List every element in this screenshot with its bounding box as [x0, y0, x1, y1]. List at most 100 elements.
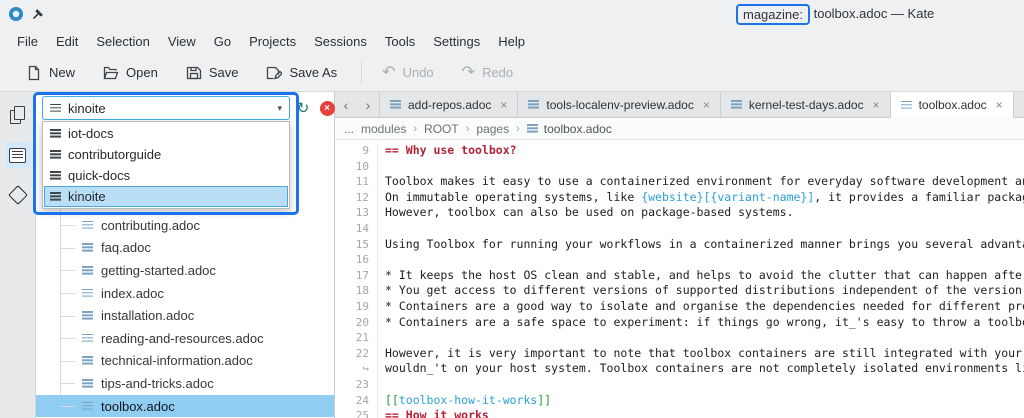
- tree-item-selected[interactable]: toolbox.adoc: [36, 394, 334, 418]
- titlebar: magazine: toolbox.adoc — Kate: [0, 0, 1024, 29]
- tree-item[interactable]: getting-started.adoc: [36, 259, 334, 282]
- editor-line[interactable]: 23: [335, 376, 1024, 393]
- kate-app-icon: [8, 6, 24, 22]
- menu-view[interactable]: View: [159, 31, 205, 52]
- open-button[interactable]: Open: [95, 61, 166, 85]
- document-icon: [82, 356, 93, 365]
- project-option-iot-docs[interactable]: iot-docs: [44, 123, 288, 144]
- project-selector-popup: iot-docs contributorguide quick-docs kin…: [42, 121, 290, 209]
- tab-kernel-test-days[interactable]: kernel-test-days.adoc ×: [721, 92, 891, 117]
- editor-line[interactable]: 11 Toolbox makes it easy to use a contain…: [335, 174, 1024, 190]
- document-icon: [82, 311, 93, 320]
- tree-item[interactable]: index.adoc: [36, 282, 334, 305]
- editor-line[interactable]: 19 * Containers are a good way to isolate…: [335, 298, 1024, 315]
- tree-item[interactable]: tips-and-tricks.adoc: [36, 372, 334, 395]
- git-sidebar-button[interactable]: [5, 182, 31, 208]
- tabs-scroll-back-button[interactable]: ‹: [335, 92, 357, 117]
- project-option-contributorguide[interactable]: contributorguide: [44, 144, 288, 165]
- tabs-scroll-forward-button[interactable]: ›: [357, 92, 379, 117]
- line-number: 13: [335, 205, 378, 221]
- close-icon[interactable]: ×: [500, 98, 507, 112]
- sidebar-toolstrip: [0, 92, 36, 418]
- text-editor[interactable]: 9 == Why use toolbox? 10 11 Toolbox makes …: [335, 140, 1024, 418]
- editor-line[interactable]: 25 == How it works: [335, 408, 1024, 418]
- breadcrumb-overflow[interactable]: ...: [344, 122, 354, 136]
- editor-line[interactable]: 12 On immutable operating systems, like {…: [335, 189, 1024, 206]
- window-title: magazine: toolbox.adoc — Kate: [736, 0, 934, 28]
- editor-line[interactable]: 17 * It keeps the host OS clean and stabl…: [335, 267, 1024, 284]
- project-selector-combobox[interactable]: kinoite ▾: [42, 96, 290, 120]
- close-icon[interactable]: ×: [703, 98, 710, 112]
- tree-item[interactable]: contributing.adoc: [36, 214, 334, 237]
- breadcrumb-item-modules[interactable]: modules: [361, 122, 406, 136]
- tab-toolbox-active[interactable]: toolbox.adoc ×: [890, 92, 1014, 118]
- projects-sidebar-button[interactable]: [4, 142, 31, 168]
- editor-line[interactable]: 13 However, toolbox can also be used on p…: [335, 205, 1024, 221]
- toolbar-separator: [361, 61, 363, 84]
- menu-go[interactable]: Go: [205, 31, 240, 52]
- line-number: 24: [335, 392, 378, 409]
- new-button-label: New: [49, 65, 76, 80]
- menu-edit[interactable]: Edit: [47, 31, 87, 52]
- save-as-button-label: Save As: [289, 65, 338, 80]
- editor-line[interactable]: 16: [335, 252, 1024, 268]
- editor-line[interactable]: 9 == Why use toolbox?: [335, 143, 1024, 159]
- menu-settings[interactable]: Settings: [424, 31, 489, 52]
- projects-panel: kinoite ▾ ↻ × iot-docs contributorguide …: [36, 92, 335, 418]
- anchor-bracket: [[: [385, 392, 399, 407]
- breadcrumb-item-pages[interactable]: pages: [476, 122, 509, 136]
- chevron-right-icon: ›: [413, 122, 418, 135]
- document-icon: [730, 100, 742, 109]
- save-as-button[interactable]: Save As: [258, 61, 345, 85]
- line-number: 15: [335, 236, 378, 253]
- menu-tools[interactable]: Tools: [376, 31, 424, 52]
- save-button-label: Save: [208, 65, 239, 80]
- stop-button[interactable]: ×: [318, 99, 336, 117]
- editor-line[interactable]: 21: [335, 330, 1024, 346]
- tree-item[interactable]: faq.adoc: [36, 237, 334, 260]
- close-icon[interactable]: ×: [996, 98, 1003, 112]
- project-list-icon: [9, 147, 26, 163]
- tab-add-repos[interactable]: add-repos.adoc ×: [379, 92, 519, 117]
- editor-line[interactable]: 20 * Containers are a safe space to exper…: [335, 314, 1024, 331]
- editor-line-wrapped[interactable]: ↪ wouldn_'t on your host system. Toolbox …: [335, 361, 1024, 377]
- project-option-kinoite[interactable]: kinoite: [44, 186, 288, 207]
- breadcrumb-file[interactable]: toolbox.adoc: [526, 122, 612, 136]
- line-number: 25: [335, 408, 378, 418]
- wrap-indicator-icon: ↪: [335, 361, 378, 377]
- line-number: 11: [335, 174, 378, 190]
- editor-line[interactable]: 18 * You get access to different versions…: [335, 283, 1024, 299]
- documents-sidebar-button[interactable]: [5, 102, 31, 128]
- tree-item[interactable]: reading-and-resources.adoc: [36, 327, 334, 350]
- anchor-name: toolbox-how-it-works: [398, 392, 538, 407]
- editor-line[interactable]: 24 [[toolbox-how-it-works]]: [335, 392, 1024, 409]
- line-number: 9: [335, 143, 378, 159]
- attribute-token: {website}[{variant-name}]: [641, 189, 815, 204]
- editor-line[interactable]: 22 However, it is very important to note …: [335, 345, 1024, 362]
- document-icon: [82, 401, 93, 411]
- line-number: 19: [335, 298, 378, 315]
- line-number: 23: [335, 376, 378, 393]
- editor-line[interactable]: 14: [335, 220, 1024, 237]
- menu-projects[interactable]: Projects: [240, 31, 305, 52]
- editor-line[interactable]: 15 Using Toolbox for running your workflo…: [335, 236, 1024, 253]
- refresh-project-button[interactable]: ↻: [294, 99, 312, 117]
- project-icon: [50, 171, 61, 180]
- project-icon: [50, 192, 61, 201]
- tree-item[interactable]: technical-information.adoc: [36, 350, 334, 373]
- menu-sessions[interactable]: Sessions: [305, 31, 376, 52]
- tree-item[interactable]: installation.adoc: [36, 304, 334, 327]
- redo-button-label: Redo: [482, 65, 514, 80]
- new-button[interactable]: New: [18, 61, 83, 85]
- undo-button[interactable]: ↶ Undo: [374, 61, 441, 85]
- menu-help[interactable]: Help: [489, 31, 534, 52]
- breadcrumb-item-root[interactable]: ROOT: [424, 122, 459, 136]
- menu-selection[interactable]: Selection: [87, 31, 158, 52]
- tab-tools-localenv-preview[interactable]: tools-localenv-preview.adoc ×: [518, 92, 721, 117]
- redo-button[interactable]: ↷ Redo: [454, 61, 521, 85]
- save-button[interactable]: Save: [178, 61, 247, 85]
- menu-file[interactable]: File: [8, 31, 47, 52]
- project-option-quick-docs[interactable]: quick-docs: [44, 165, 288, 186]
- editor-line[interactable]: 10: [335, 158, 1024, 175]
- close-icon[interactable]: ×: [873, 98, 880, 112]
